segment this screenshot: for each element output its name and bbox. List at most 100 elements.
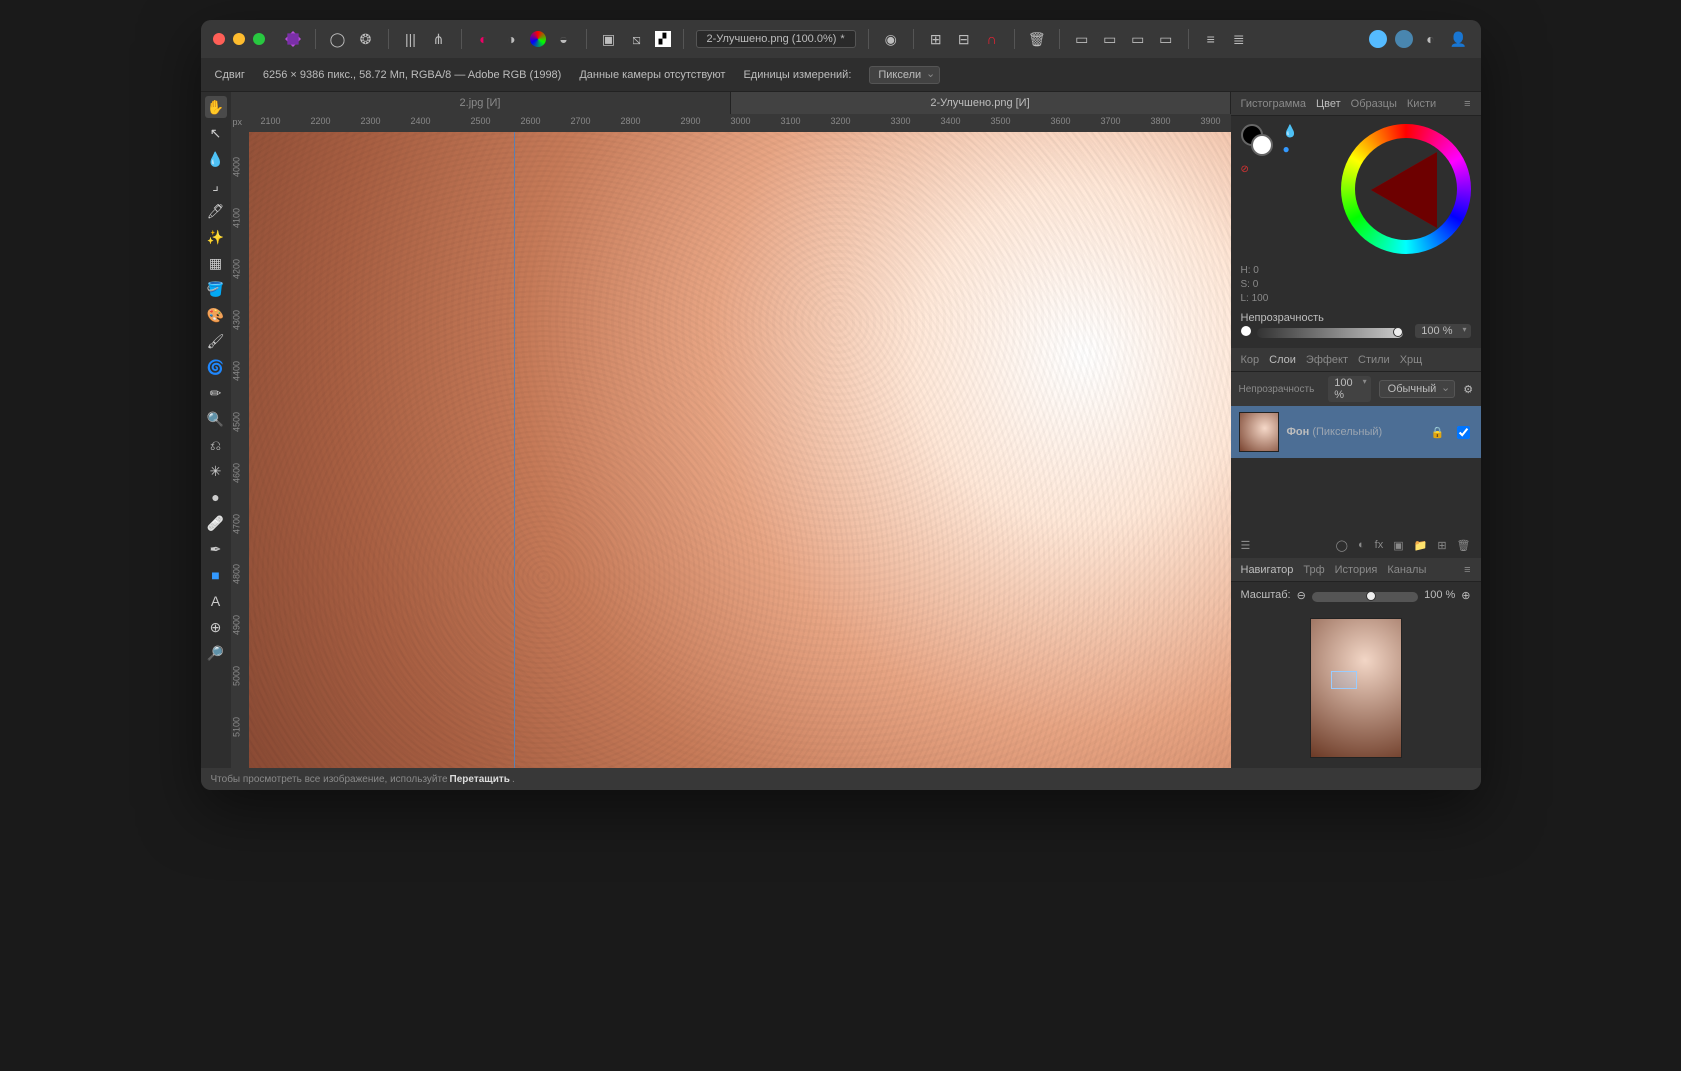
tab-brushes[interactable]: Кисти — [1407, 98, 1436, 110]
layer-lock-icon[interactable]: 🔒 — [1431, 426, 1445, 439]
tab-layers[interactable]: Слои — [1269, 354, 1296, 366]
select-diag-icon[interactable]: ⧅ — [627, 29, 647, 49]
crop-tool[interactable]: ⌟ — [205, 174, 227, 196]
blend-mode-select[interactable]: Обычный — [1379, 380, 1456, 398]
magic-wand-tool[interactable]: ✨ — [205, 226, 227, 248]
no-color-icon[interactable]: ⊘ — [1241, 164, 1275, 175]
adjust-color-icon[interactable] — [530, 31, 546, 47]
trash-icon[interactable]: 🗑 — [1027, 29, 1047, 49]
arrange-3-icon[interactable]: ▭ — [1128, 29, 1148, 49]
minimize-icon[interactable] — [233, 33, 245, 45]
flood-fill-tool[interactable]: 🪣 — [205, 278, 227, 300]
layer-row[interactable]: Фон (Пиксельный) 🔒 — [1231, 406, 1481, 458]
maximize-icon[interactable] — [253, 33, 265, 45]
document-tab[interactable]: 2-Улучшено.png [И] — [731, 92, 1231, 114]
mesh-tool[interactable]: ⊕ — [205, 616, 227, 638]
zoom-slider[interactable] — [1312, 592, 1418, 602]
adjust-hsl-icon[interactable]: ◐ — [474, 29, 494, 49]
mixer-brush-tool[interactable]: 🌀 — [205, 356, 227, 378]
folder-icon[interactable]: 📁 — [1414, 539, 1428, 552]
tab-adjust[interactable]: Кор — [1241, 354, 1260, 366]
fx-icon[interactable]: fx — [1375, 539, 1384, 552]
opacity-slider[interactable] — [1257, 328, 1404, 338]
opacity-value[interactable]: 100 % — [1415, 324, 1470, 338]
panel-menu-icon[interactable]: ≡ — [1464, 98, 1470, 110]
layer-visible-checkbox[interactable] — [1457, 426, 1470, 439]
marquee-tool[interactable]: ▦ — [205, 252, 227, 274]
color-swatch-pair[interactable] — [1241, 124, 1275, 158]
tab-history[interactable]: История — [1335, 564, 1378, 576]
zoom-tool[interactable]: 🔎 — [205, 642, 227, 664]
select-rect-icon[interactable]: ▣ — [599, 29, 619, 49]
layer-opacity-value[interactable]: 100 % — [1328, 376, 1370, 402]
zoom-in-icon[interactable]: ⊕ — [1461, 589, 1470, 602]
grid-icon[interactable]: ⊞ — [926, 29, 946, 49]
close-icon[interactable] — [213, 33, 225, 45]
text-tool[interactable]: A — [205, 590, 227, 612]
assistant-icon[interactable]: ❂ — [356, 29, 376, 49]
color-wheel[interactable] — [1341, 124, 1471, 254]
add-layer-icon[interactable]: ⊞ — [1437, 539, 1446, 552]
shape-tool[interactable]: ■ — [205, 564, 227, 586]
units-select[interactable]: Пиксели — [869, 66, 940, 84]
canvas[interactable] — [249, 132, 1231, 768]
trash-layer-icon[interactable]: 🗑 — [1457, 539, 1471, 552]
pencil-tool[interactable]: ✏ — [205, 382, 227, 404]
panel-menu-icon[interactable]: ≡ — [1464, 564, 1470, 576]
hand-tool[interactable]: ✋ — [205, 96, 227, 118]
tab-swatches[interactable]: Образцы — [1351, 98, 1397, 110]
ruler-vertical[interactable]: 4000 4100 4200 4300 4400 4500 4600 4700 … — [231, 132, 249, 768]
navigator-viewport[interactable] — [1331, 671, 1357, 689]
tab-transform[interactable]: Трф — [1303, 564, 1324, 576]
adjust-levels-icon[interactable]: ◒ — [554, 29, 574, 49]
persona-icon[interactable]: ◯ — [328, 29, 348, 49]
gradient-tool[interactable]: 🎨 — [205, 304, 227, 326]
gear-icon[interactable]: ⚙ — [1463, 383, 1473, 396]
select-mask-icon[interactable]: ▞ — [655, 31, 671, 47]
front-color-swatch[interactable] — [1251, 134, 1273, 156]
tab-channels[interactable]: Каналы — [1387, 564, 1426, 576]
align-2-icon[interactable]: ≣ — [1229, 29, 1249, 49]
dodge-tool[interactable]: ● — [205, 486, 227, 508]
mode-1-icon[interactable] — [1369, 30, 1387, 48]
mirror-icon[interactable]: ||| — [401, 29, 421, 49]
adjustment-icon[interactable]: ◐ — [1358, 539, 1365, 552]
mask-icon[interactable]: ◯ — [1336, 539, 1348, 552]
tab-stock[interactable]: Хрщ — [1400, 354, 1423, 366]
ruler-horizontal[interactable]: px 2100 2200 2300 2400 2500 2600 2700 28… — [231, 114, 1231, 132]
move-tool[interactable]: ↖ — [205, 122, 227, 144]
vertical-guide[interactable] — [514, 132, 515, 768]
arrange-2-icon[interactable]: ▭ — [1100, 29, 1120, 49]
document-title[interactable]: 2-Улучшено.png (100.0%) * — [696, 30, 856, 48]
selection-brush-tool[interactable]: 🖊 — [205, 200, 227, 222]
tab-color[interactable]: Цвет — [1316, 98, 1341, 110]
share-icon[interactable]: ⋔ — [429, 29, 449, 49]
heal-tool[interactable]: 🩹 — [205, 512, 227, 534]
clone-tool[interactable]: ⎌ — [205, 434, 227, 456]
eyedropper-small-icon[interactable]: 💧 — [1283, 124, 1298, 138]
inpaint-tool[interactable]: ✳ — [205, 460, 227, 482]
mode-2-icon[interactable] — [1395, 30, 1413, 48]
adjust-bw-icon[interactable]: ◑ — [502, 29, 522, 49]
brush-tool[interactable]: 🖌 — [205, 330, 227, 352]
account-icon[interactable]: 👤 — [1449, 29, 1469, 49]
arrange-4-icon[interactable]: ▭ — [1156, 29, 1176, 49]
zoom-blur-tool[interactable]: 🔍 — [205, 408, 227, 430]
blue-preset-icon[interactable]: ● — [1283, 142, 1298, 156]
quickmask-icon[interactable]: ◉ — [881, 29, 901, 49]
tab-styles[interactable]: Стили — [1358, 354, 1390, 366]
layer-stack-icon[interactable]: ☰ — [1241, 539, 1251, 552]
color-picker-tool[interactable]: 💧 — [205, 148, 227, 170]
navigator-thumbnail[interactable] — [1310, 618, 1402, 758]
align-1-icon[interactable]: ≡ — [1201, 29, 1221, 49]
tab-histogram[interactable]: Гистограмма — [1241, 98, 1307, 110]
arrange-1-icon[interactable]: ▭ — [1072, 29, 1092, 49]
snap-edge-icon[interactable]: ⊟ — [954, 29, 974, 49]
zoom-out-icon[interactable]: ⊖ — [1297, 589, 1306, 602]
tab-navigator[interactable]: Навигатор — [1241, 564, 1294, 576]
document-tab[interactable]: 2.jpg [И] — [231, 92, 731, 114]
color-triangle[interactable] — [1371, 152, 1437, 228]
mode-3-icon[interactable]: ◐ — [1421, 29, 1441, 49]
tab-effects[interactable]: Эффект — [1306, 354, 1348, 366]
pen-tool[interactable]: ✒ — [205, 538, 227, 560]
